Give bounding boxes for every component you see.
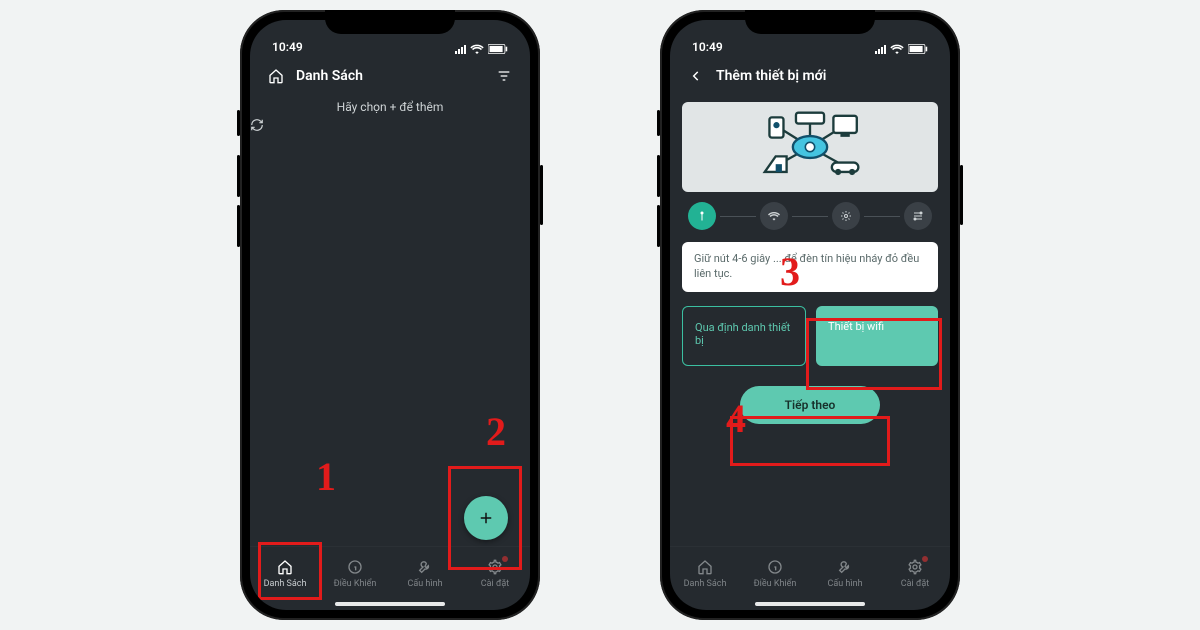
signal-icon bbox=[875, 45, 886, 54]
wifi-icon bbox=[890, 44, 904, 54]
step-3[interactable] bbox=[832, 202, 860, 230]
home-indicator bbox=[755, 602, 865, 606]
tab-bar: Danh Sách Điều Khiển Cấu hình Cài đặt bbox=[250, 546, 530, 610]
tab-label: Điều Khiển bbox=[754, 579, 797, 589]
side-button bbox=[237, 155, 240, 197]
home-icon bbox=[266, 66, 286, 86]
gear-icon bbox=[906, 558, 924, 576]
step-2[interactable] bbox=[760, 202, 788, 230]
screen-device-list: 10:49 Danh Sách Hãy chọn + để thêm bbox=[250, 20, 530, 610]
side-button bbox=[237, 110, 240, 136]
tab-label: Danh Sách bbox=[264, 579, 307, 589]
tab-settings[interactable]: Cài đặt bbox=[880, 558, 950, 589]
wrench-icon bbox=[416, 558, 434, 576]
tab-label: Cài đặt bbox=[901, 579, 929, 589]
side-button bbox=[540, 165, 543, 225]
next-label: Tiếp theo bbox=[785, 398, 836, 412]
status-time: 10:49 bbox=[692, 40, 723, 54]
step-4[interactable] bbox=[904, 202, 932, 230]
page-title: Thêm thiết bị mới bbox=[716, 68, 826, 84]
status-time: 10:49 bbox=[272, 40, 303, 54]
filter-icon[interactable] bbox=[494, 66, 514, 86]
home-indicator bbox=[335, 602, 445, 606]
status-right bbox=[455, 44, 508, 54]
choice-label: Qua định danh thiết bị bbox=[695, 321, 793, 347]
tab-config[interactable]: Cấu hình bbox=[390, 558, 460, 589]
page-title: Danh Sách bbox=[296, 68, 363, 84]
info-icon bbox=[346, 558, 364, 576]
wifi-icon bbox=[470, 44, 484, 54]
step-1[interactable] bbox=[688, 202, 716, 230]
side-button bbox=[657, 205, 660, 247]
gear-icon bbox=[486, 558, 504, 576]
choice-via-id[interactable]: Qua định danh thiết bị bbox=[682, 306, 806, 366]
tab-control[interactable]: Điều Khiển bbox=[740, 558, 810, 589]
battery-icon bbox=[908, 44, 928, 54]
screen-add-device: 10:49 Thêm thiết bị mới bbox=[670, 20, 950, 610]
tab-config[interactable]: Cấu hình bbox=[810, 558, 880, 589]
side-button bbox=[237, 205, 240, 247]
step-indicator bbox=[682, 202, 938, 230]
empty-hint: Hãy chọn + để thêm bbox=[250, 100, 530, 114]
notch bbox=[745, 10, 875, 34]
refresh-icon[interactable] bbox=[250, 118, 530, 132]
wrench-icon bbox=[836, 558, 854, 576]
phone-frame-left: 10:49 Danh Sách Hãy chọn + để thêm bbox=[240, 10, 540, 620]
back-icon[interactable] bbox=[686, 66, 706, 86]
home-icon bbox=[696, 558, 714, 576]
info-icon bbox=[766, 558, 784, 576]
side-button bbox=[960, 165, 963, 225]
hero-illustration bbox=[682, 102, 938, 192]
notification-dot bbox=[502, 556, 508, 562]
tab-label: Cài đặt bbox=[481, 579, 509, 589]
home-icon bbox=[276, 558, 294, 576]
notch bbox=[325, 10, 455, 34]
tab-label: Điều Khiển bbox=[334, 579, 377, 589]
phone-frame-right: 10:49 Thêm thiết bị mới bbox=[660, 10, 960, 620]
tab-control[interactable]: Điều Khiển bbox=[320, 558, 390, 589]
app-header: Danh Sách bbox=[250, 56, 530, 96]
next-button[interactable]: Tiếp theo bbox=[740, 386, 880, 424]
notification-dot bbox=[922, 556, 928, 562]
status-right bbox=[875, 44, 928, 54]
tab-settings[interactable]: Cài đặt bbox=[460, 558, 530, 589]
tab-label: Danh Sách bbox=[684, 579, 727, 589]
device-type-row: Qua định danh thiết bị Thiết bị wifi bbox=[682, 306, 938, 366]
add-device-button[interactable] bbox=[464, 496, 508, 540]
tab-list[interactable]: Danh Sách bbox=[250, 558, 320, 589]
side-button bbox=[657, 155, 660, 197]
tab-bar: Danh Sách Điều Khiển Cấu hình Cài đặt bbox=[670, 546, 950, 610]
tab-list[interactable]: Danh Sách bbox=[670, 558, 740, 589]
tab-label: Cấu hình bbox=[407, 579, 442, 589]
choice-wifi-device[interactable]: Thiết bị wifi bbox=[816, 306, 938, 366]
content-area bbox=[250, 132, 530, 546]
tab-label: Cấu hình bbox=[827, 579, 862, 589]
battery-icon bbox=[488, 44, 508, 54]
side-button bbox=[657, 110, 660, 136]
content-area: Giữ nút 4-6 giây ... để đèn tín hiệu nhá… bbox=[670, 96, 950, 546]
instruction-card: Giữ nút 4-6 giây ... để đèn tín hiệu nhá… bbox=[682, 242, 938, 292]
choice-label: Thiết bị wifi bbox=[828, 320, 884, 333]
signal-icon bbox=[455, 45, 466, 54]
app-header: Thêm thiết bị mới bbox=[670, 56, 950, 96]
